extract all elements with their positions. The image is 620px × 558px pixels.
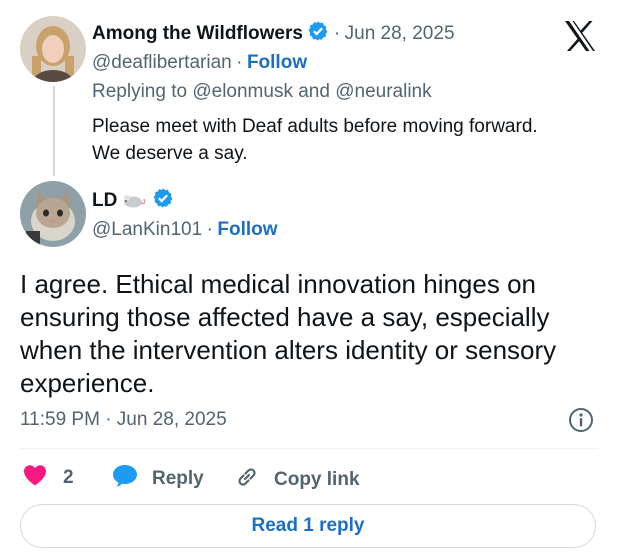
parent-separator: · bbox=[333, 23, 341, 44]
replying-conj: and bbox=[298, 81, 330, 102]
parent-text: Please meet with Deaf adults before movi… bbox=[92, 113, 538, 167]
x-logo-icon[interactable] bbox=[563, 20, 597, 52]
reply-text: I agree. Ethical medical innovation hing… bbox=[20, 269, 557, 398]
reply-handle-row: @LanKin101 · Follow bbox=[92, 219, 278, 241]
heart-icon bbox=[23, 464, 47, 491]
verified-icon bbox=[152, 187, 174, 214]
verified-icon bbox=[307, 20, 329, 47]
reply-avatar[interactable] bbox=[20, 181, 86, 247]
thread-connector bbox=[53, 86, 55, 176]
parent-avatar[interactable] bbox=[20, 16, 86, 82]
divider bbox=[20, 448, 598, 449]
reply-timestamp[interactable]: 11:59 PM · Jun 28, 2025 bbox=[20, 409, 227, 431]
reply-label: Reply bbox=[152, 467, 204, 489]
like-count: 2 bbox=[63, 466, 74, 488]
like-button[interactable]: 2 bbox=[23, 464, 74, 491]
reply-display-name[interactable]: LD bbox=[92, 190, 117, 211]
parent-handle-row: @deaflibertarian · Follow bbox=[92, 52, 307, 74]
mouse-emoji-icon bbox=[122, 191, 148, 214]
replying-user-2[interactable]: @neuralink bbox=[335, 81, 431, 102]
reply-handle[interactable]: @LanKin101 bbox=[92, 219, 202, 240]
reply-button[interactable]: Reply bbox=[112, 464, 204, 493]
reply-header: LD bbox=[92, 187, 174, 214]
parent-text-line-1: Please meet with Deaf adults before movi… bbox=[92, 116, 538, 137]
replying-prefix: Replying to bbox=[92, 81, 188, 102]
copy-link-button[interactable]: Copy link bbox=[234, 464, 360, 495]
parent-header: Among the Wildflowers · Jun 28, 2025 bbox=[92, 20, 455, 47]
parent-text-line-2: We deserve a say. bbox=[92, 143, 248, 164]
link-icon bbox=[234, 464, 260, 495]
replying-to: Replying to @elonmusk and @neuralink bbox=[92, 81, 432, 103]
replying-user-1[interactable]: @elonmusk bbox=[192, 81, 293, 102]
reply-bubble-icon bbox=[112, 464, 138, 493]
parent-date[interactable]: Jun 28, 2025 bbox=[345, 23, 455, 44]
info-icon[interactable] bbox=[568, 407, 594, 433]
reply-handle-separator: · bbox=[206, 219, 213, 240]
read-replies-button[interactable]: Read 1 reply bbox=[20, 504, 596, 548]
read-replies-label: Read 1 reply bbox=[251, 515, 365, 536]
parent-handle-separator: · bbox=[236, 52, 243, 73]
parent-handle[interactable]: @deaflibertarian bbox=[92, 52, 232, 73]
reply-follow-link[interactable]: Follow bbox=[217, 219, 277, 240]
copy-link-label: Copy link bbox=[274, 468, 360, 490]
parent-follow-link[interactable]: Follow bbox=[247, 52, 307, 73]
parent-display-name[interactable]: Among the Wildflowers bbox=[92, 23, 303, 44]
